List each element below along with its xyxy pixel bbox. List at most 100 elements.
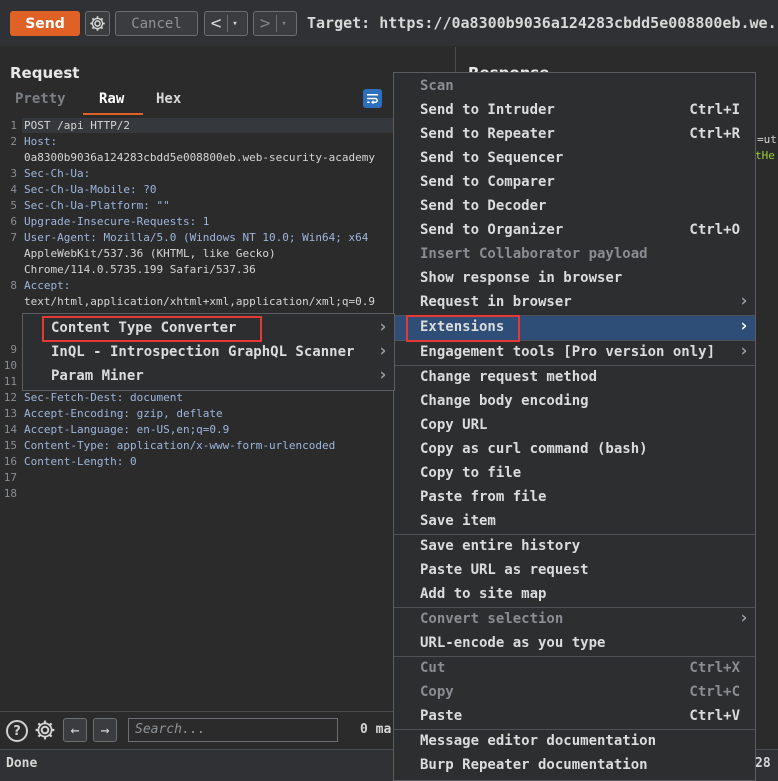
menu-item-label: Change request method — [420, 369, 598, 385]
request-line[interactable]: Accept-Language: en-US,en;q=0.9 — [24, 423, 229, 436]
target-url[interactable]: Target: https://0a8300b9036a124283cbdd5e… — [307, 14, 777, 32]
arrow-right-icon: → — [100, 721, 110, 739]
tab-pretty[interactable]: Pretty — [15, 91, 66, 107]
response-text-peek-2: tHe — [755, 149, 775, 162]
gear-icon — [35, 720, 55, 740]
menu-item-label: Copy as curl command (bash) — [420, 441, 648, 457]
request-line[interactable]: AppleWebKit/537.36 (KHTML, like Gecko) — [24, 247, 276, 260]
menu-item-scan: Scan — [394, 75, 755, 99]
menu-item-send-to-comparer[interactable]: Send to Comparer — [394, 171, 755, 195]
request-line[interactable]: POST /api HTTP/2 — [24, 119, 130, 132]
search-settings-button[interactable] — [34, 719, 56, 745]
request-line[interactable]: Content-Type: application/x-www-form-url… — [24, 439, 335, 452]
request-line[interactable]: Accept: — [24, 279, 70, 292]
back-nav-group[interactable]: < ▾ — [204, 11, 248, 36]
menu-item-send-to-repeater[interactable]: Send to Repeater Ctrl+R — [394, 123, 755, 147]
menu-item-engagement-tools-pro-version-only[interactable]: Engagement tools [Pro version only] › — [394, 341, 755, 365]
back-arrow-icon[interactable]: < — [205, 12, 227, 35]
line-number: 1 — [10, 119, 17, 132]
menu-item-save-item[interactable]: Save item — [394, 510, 755, 534]
line-number: 8 — [10, 279, 17, 292]
chevron-right-icon: › — [738, 341, 749, 361]
line-number: 7 — [10, 231, 17, 244]
menu-item-copy-url[interactable]: Copy URL — [394, 414, 755, 438]
menu-item-change-request-method[interactable]: Change request method — [394, 366, 755, 390]
chevron-right-icon: › — [738, 316, 749, 336]
menu-item-paste[interactable]: Paste Ctrl+V — [394, 705, 755, 729]
line-number: 15 — [3, 439, 17, 452]
menu-item-send-to-intruder[interactable]: Send to Intruder Ctrl+I — [394, 99, 755, 123]
line-number: 16 — [3, 455, 17, 468]
menu-item-label: Change body encoding — [420, 393, 589, 409]
menu-item-label: Copy URL — [420, 417, 488, 433]
menu-item-shortcut: Ctrl+R — [689, 126, 740, 142]
menu-item-add-to-site-map[interactable]: Add to site map — [394, 583, 755, 607]
forward-dropdown-icon[interactable]: ▾ — [277, 19, 291, 29]
request-line[interactable]: text/html,application/xhtml+xml,applicat… — [24, 295, 375, 308]
cancel-button[interactable]: Cancel — [115, 11, 198, 36]
status-text: Done — [6, 756, 38, 771]
request-line[interactable]: Content-Length: 0 — [24, 455, 137, 468]
line-number: 18 — [3, 487, 17, 500]
submenu-item-inql-introspection-graphql-scanner[interactable]: InQL - Introspection GraphQL Scanner › — [23, 341, 394, 365]
request-line[interactable]: Upgrade-Insecure-Requests: 1 — [24, 215, 209, 228]
settings-button[interactable] — [85, 11, 110, 36]
menu-item-send-to-organizer[interactable]: Send to Organizer Ctrl+O — [394, 219, 755, 243]
menu-item-copy: Copy Ctrl+C — [394, 681, 755, 705]
forward-arrow-icon[interactable]: > — [254, 12, 276, 35]
request-line[interactable]: Host: — [24, 135, 57, 148]
menu-item-label: Paste — [420, 708, 463, 724]
menu-item-burp-repeater-documentation[interactable]: Burp Repeater documentation — [394, 754, 755, 778]
request-line[interactable]: Accept-Encoding: gzip, deflate — [24, 407, 223, 420]
menu-item-send-to-decoder[interactable]: Send to Decoder — [394, 195, 755, 219]
request-line[interactable]: Sec-Fetch-Dest: document — [24, 391, 183, 404]
request-line[interactable]: Sec-Ch-Ua: — [24, 167, 90, 180]
request-line[interactable]: 0a8300b9036a124283cbdd5e008800eb.web-sec… — [24, 151, 375, 164]
next-match-button[interactable]: → — [93, 718, 117, 742]
menu-item-paste-from-file[interactable]: Paste from file — [394, 486, 755, 510]
menu-item-paste-url-as-request[interactable]: Paste URL as request — [394, 559, 755, 583]
tab-raw[interactable]: Raw — [99, 91, 124, 107]
request-line[interactable]: Sec-Ch-Ua-Platform: "" — [24, 199, 170, 212]
menu-item-message-editor-documentation[interactable]: Message editor documentation — [394, 730, 755, 754]
menu-item-show-response-in-browser[interactable]: Show response in browser — [394, 267, 755, 291]
menu-item-url-encode-as-you-type[interactable]: URL-encode as you type — [394, 632, 755, 656]
menu-item-request-in-browser[interactable]: Request in browser › — [394, 291, 755, 315]
menu-item-label: Save entire history — [420, 538, 581, 554]
status-byte-count: 28 — [755, 756, 771, 771]
menu-item-label: Send to Comparer — [420, 174, 555, 190]
chevron-right-icon: › — [377, 341, 388, 361]
menu-item-insert-collaborator-payload: Insert Collaborator payload — [394, 243, 755, 267]
line-number: 12 — [3, 391, 17, 404]
menu-item-convert-selection: Convert selection › — [394, 608, 755, 632]
menu-item-copy-to-file[interactable]: Copy to file — [394, 462, 755, 486]
menu-item-label: Convert selection — [420, 611, 564, 627]
line-number: 3 — [10, 167, 17, 180]
search-input[interactable]: Search... — [128, 718, 338, 742]
help-icon[interactable]: ? — [6, 720, 28, 742]
submenu-item-param-miner[interactable]: Param Miner › — [23, 365, 394, 389]
active-tab-indicator — [83, 113, 143, 115]
menu-item-label: Copy — [420, 684, 454, 700]
menu-item-label: Burp Repeater documentation — [420, 757, 648, 773]
forward-nav-group[interactable]: > ▾ — [253, 11, 297, 36]
wrap-glyph-icon — [366, 94, 379, 105]
menu-item-label: Send to Decoder — [420, 198, 547, 214]
request-line[interactable]: Chrome/114.0.5735.199 Safari/537.36 — [24, 263, 256, 276]
menu-item-change-body-encoding[interactable]: Change body encoding — [394, 390, 755, 414]
wrap-lines-icon[interactable] — [363, 89, 382, 108]
menu-item-send-to-sequencer[interactable]: Send to Sequencer — [394, 147, 755, 171]
previous-match-button[interactable]: ← — [63, 718, 87, 742]
send-button[interactable]: Send — [10, 11, 80, 36]
chevron-right-icon: › — [377, 317, 388, 337]
request-line[interactable]: Sec-Ch-Ua-Mobile: ?0 — [24, 183, 156, 196]
menu-item-save-entire-history[interactable]: Save entire history — [394, 535, 755, 559]
menu-item-label: Add to site map — [420, 586, 547, 602]
menu-item-label: URL-encode as you type — [420, 635, 606, 651]
request-line[interactable]: User-Agent: Mozilla/5.0 (Windows NT 10.0… — [24, 231, 368, 244]
menu-item-copy-as-curl-command-bash[interactable]: Copy as curl command (bash) — [394, 438, 755, 462]
tab-hex[interactable]: Hex — [156, 91, 181, 107]
back-dropdown-icon[interactable]: ▾ — [228, 19, 242, 29]
chevron-right-icon: › — [738, 608, 749, 628]
response-text-peek: =ut — [757, 133, 777, 146]
